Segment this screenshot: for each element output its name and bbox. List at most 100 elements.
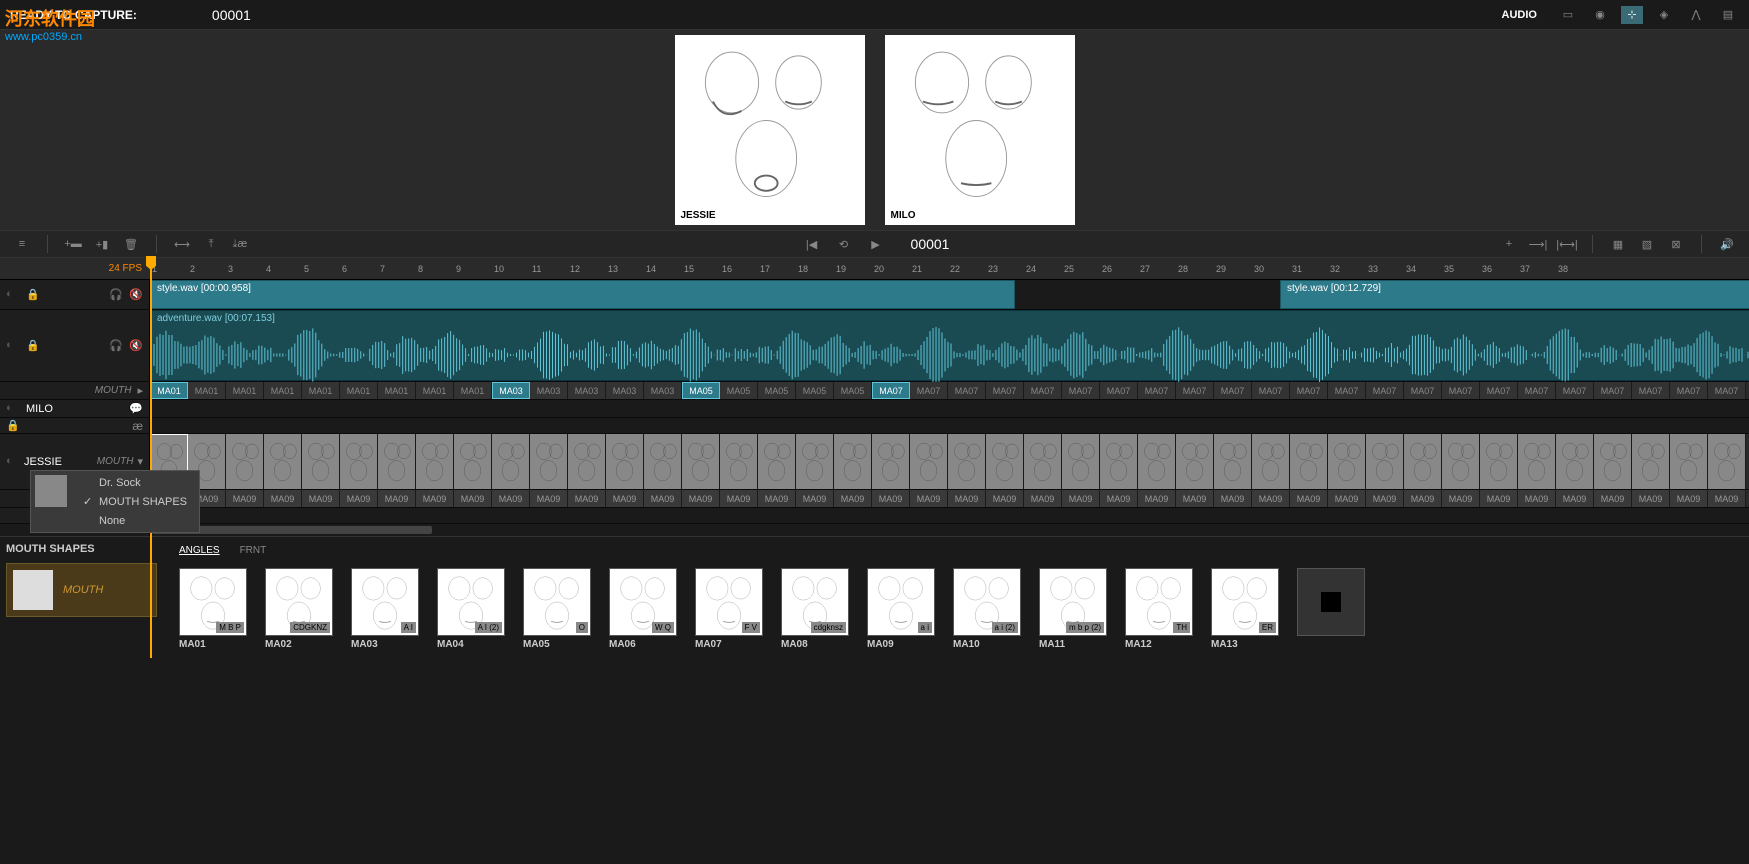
- lock-icon[interactable]: 🔒: [6, 419, 20, 433]
- label-cell[interactable]: MA09: [1290, 490, 1328, 507]
- phoneme-cell[interactable]: MA07: [1138, 382, 1176, 399]
- frame-cell[interactable]: [1518, 434, 1556, 489]
- frame-cell[interactable]: [340, 434, 378, 489]
- label-cell[interactable]: MA09: [796, 490, 834, 507]
- add-track-button[interactable]: +▬: [61, 234, 85, 254]
- label-cell[interactable]: MA09: [1708, 490, 1746, 507]
- label-cell[interactable]: MA09: [1556, 490, 1594, 507]
- fps-label[interactable]: 24 FPS: [109, 263, 142, 274]
- phoneme-cell[interactable]: MA07: [1442, 382, 1480, 399]
- phoneme-cell[interactable]: MA07: [1252, 382, 1290, 399]
- shape-item[interactable]: M B PMA01: [179, 568, 247, 650]
- shape-item[interactable]: [1297, 568, 1365, 650]
- phoneme-cell[interactable]: MA01: [188, 382, 226, 399]
- dropdown-icon[interactable]: ▾: [137, 455, 143, 468]
- phoneme-cell[interactable]: MA05: [720, 382, 758, 399]
- label-cell[interactable]: MA09: [378, 490, 416, 507]
- frame-cell[interactable]: [454, 434, 492, 489]
- shapes-tab[interactable]: FRNT: [240, 545, 267, 556]
- camera-icon[interactable]: ◉: [1589, 6, 1611, 24]
- phoneme-cell[interactable]: MA05: [834, 382, 872, 399]
- frame-cell[interactable]: [1176, 434, 1214, 489]
- frame-cell[interactable]: [910, 434, 948, 489]
- phoneme-cell[interactable]: MA03: [606, 382, 644, 399]
- mute-icon[interactable]: 🔇: [129, 339, 143, 353]
- label-cell[interactable]: MA09: [226, 490, 264, 507]
- shape-item[interactable]: cdgknszMA08: [781, 568, 849, 650]
- prev-button[interactable]: |◀: [800, 234, 824, 254]
- frame-cell[interactable]: [1100, 434, 1138, 489]
- frame-cell[interactable]: [1214, 434, 1252, 489]
- preview-card-milo[interactable]: MILO: [885, 35, 1075, 225]
- ae-symbol[interactable]: æ: [132, 419, 143, 433]
- shape-item[interactable]: a iMA09: [867, 568, 935, 650]
- phoneme-cell[interactable]: MA07: [1176, 382, 1214, 399]
- waveform-icon[interactable]: ⊹: [1621, 6, 1643, 24]
- range-button[interactable]: |⟷|: [1555, 234, 1579, 254]
- frame-cell[interactable]: [834, 434, 872, 489]
- lock-icon[interactable]: 🔒: [26, 339, 40, 353]
- waveform-clip[interactable]: adventure.wav [00:07.153]: [150, 310, 1749, 381]
- audio-clip[interactable]: style.wav [00:00.958]: [150, 280, 1015, 309]
- label-cell[interactable]: MA09: [1366, 490, 1404, 507]
- frame-cell[interactable]: [530, 434, 568, 489]
- frame-cell[interactable]: [302, 434, 340, 489]
- label-cell[interactable]: MA09: [1138, 490, 1176, 507]
- delete-button[interactable]: 🗑: [119, 234, 143, 254]
- phoneme-cell[interactable]: MA01: [416, 382, 454, 399]
- label-cell[interactable]: MA09: [1404, 490, 1442, 507]
- frame-cell[interactable]: [796, 434, 834, 489]
- lock-icon[interactable]: 🔒: [26, 288, 40, 302]
- label-cell[interactable]: MA09: [1214, 490, 1252, 507]
- volume-button[interactable]: 🔊: [1715, 234, 1739, 254]
- menu-item[interactable]: ✓MOUTH SHAPES: [71, 492, 199, 511]
- phoneme-cell[interactable]: MA07: [872, 382, 910, 399]
- phoneme-cell[interactable]: MA07: [1518, 382, 1556, 399]
- label-cell[interactable]: MA09: [1442, 490, 1480, 507]
- phoneme-cell[interactable]: MA07: [910, 382, 948, 399]
- frame-cell[interactable]: [644, 434, 682, 489]
- label-cell[interactable]: MA09: [872, 490, 910, 507]
- phoneme-cell[interactable]: MA07: [1290, 382, 1328, 399]
- peak-icon[interactable]: ⋀: [1685, 6, 1707, 24]
- label-cell[interactable]: MA09: [1176, 490, 1214, 507]
- label-cell[interactable]: MA09: [720, 490, 758, 507]
- phoneme-cell[interactable]: MA01: [264, 382, 302, 399]
- frame-cell[interactable]: [606, 434, 644, 489]
- phoneme-cell[interactable]: MA05: [682, 382, 720, 399]
- phoneme-cell[interactable]: MA01: [340, 382, 378, 399]
- view-2-button[interactable]: ▧: [1635, 234, 1659, 254]
- label-cell[interactable]: MA09: [758, 490, 796, 507]
- phoneme-cell[interactable]: MA07: [1404, 382, 1442, 399]
- phoneme-cell[interactable]: MA07: [1328, 382, 1366, 399]
- frame-cell[interactable]: [1632, 434, 1670, 489]
- visibility-icon[interactable]: ◐: [6, 402, 20, 416]
- preview-card-jessie[interactable]: JESSIE: [675, 35, 865, 225]
- mute-icon[interactable]: 🔇: [129, 288, 143, 302]
- frame-cell[interactable]: [986, 434, 1024, 489]
- phoneme-cell[interactable]: MA07: [1708, 382, 1746, 399]
- shape-item[interactable]: THMA12: [1125, 568, 1193, 650]
- phoneme-cell[interactable]: MA07: [1214, 382, 1252, 399]
- phoneme-cell[interactable]: MA05: [796, 382, 834, 399]
- phoneme-cell[interactable]: MA07: [1556, 382, 1594, 399]
- frame-cell[interactable]: [378, 434, 416, 489]
- shape-item[interactable]: OMA05: [523, 568, 591, 650]
- frame-cell[interactable]: [1556, 434, 1594, 489]
- monitor-icon[interactable]: ▭: [1557, 6, 1579, 24]
- frame-cell[interactable]: [1328, 434, 1366, 489]
- phoneme-cell[interactable]: MA03: [568, 382, 606, 399]
- label-cell[interactable]: MA09: [948, 490, 986, 507]
- shapes-sidebar-mouth[interactable]: MOUTH: [6, 563, 157, 617]
- focus-icon[interactable]: ◈: [1653, 6, 1675, 24]
- phoneme-cell[interactable]: MA03: [530, 382, 568, 399]
- frame-cell[interactable]: [416, 434, 454, 489]
- shape-item[interactable]: A IMA03: [351, 568, 419, 650]
- headphones-icon[interactable]: 🎧: [109, 288, 123, 302]
- audio-clip[interactable]: style.wav [00:12.729]: [1280, 280, 1749, 309]
- tool-1[interactable]: ⟷: [170, 234, 194, 254]
- frame-cell[interactable]: [1670, 434, 1708, 489]
- view-3-button[interactable]: ⊠: [1664, 234, 1688, 254]
- shape-item[interactable]: m b p (2)MA11: [1039, 568, 1107, 650]
- frame-cell[interactable]: [1442, 434, 1480, 489]
